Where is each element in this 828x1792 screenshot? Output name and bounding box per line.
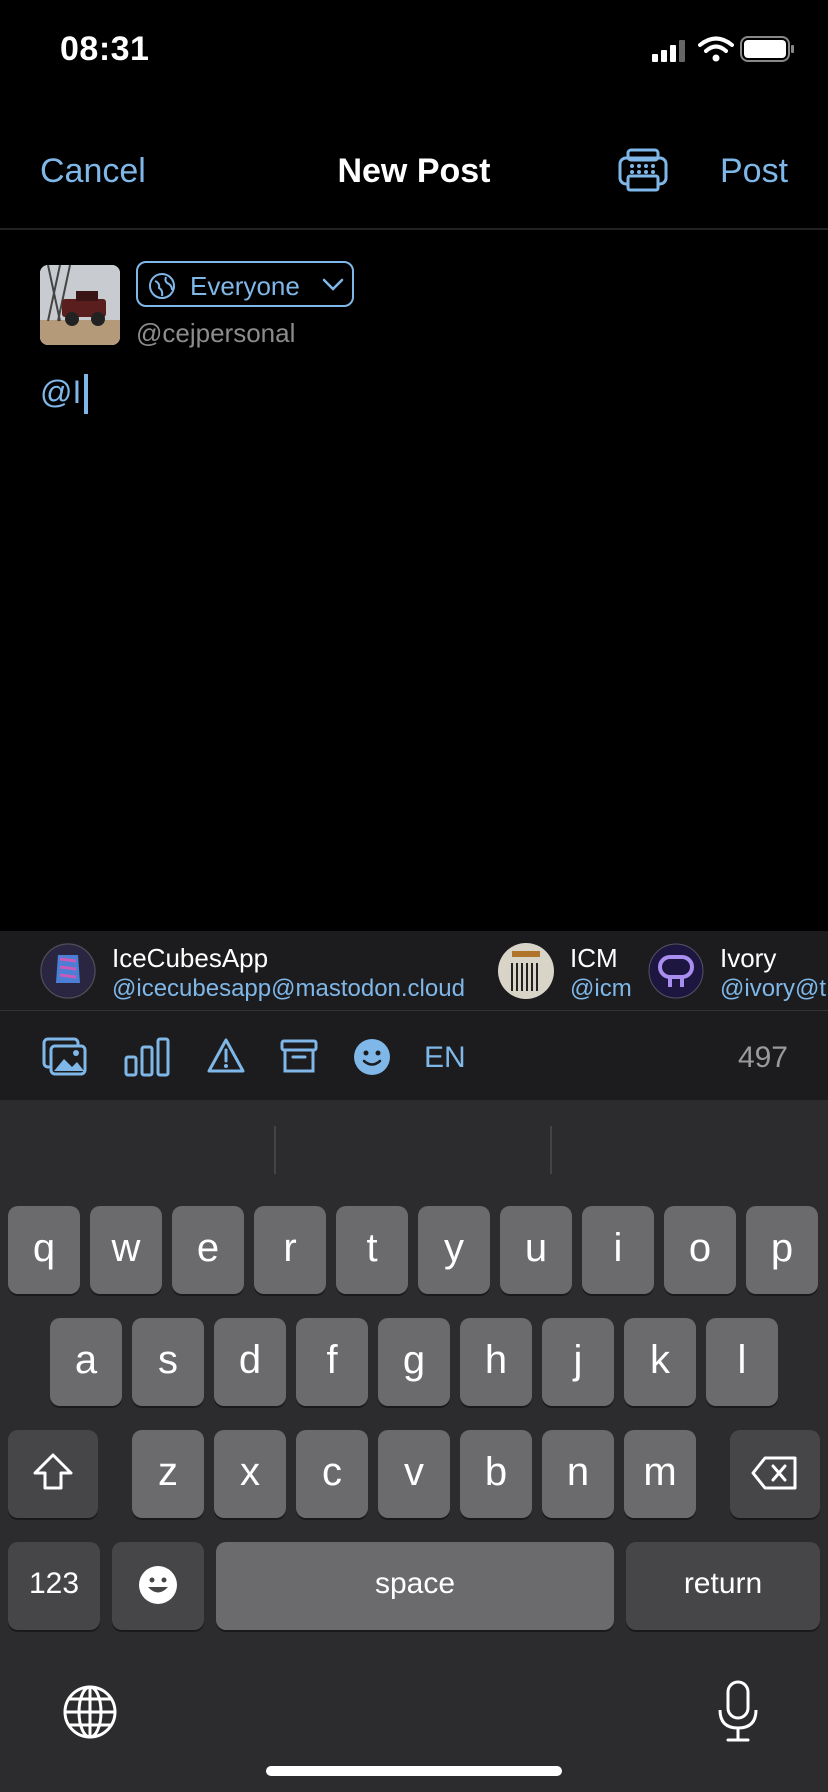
- composer-toolbar: EN 497: [0, 1011, 828, 1100]
- key-u[interactable]: u: [500, 1206, 572, 1294]
- page-title: New Post: [337, 152, 491, 190]
- shift-icon: [33, 1453, 73, 1490]
- key-n[interactable]: n: [542, 1430, 614, 1518]
- status-time: 08:31: [60, 30, 150, 68]
- key-y[interactable]: y: [418, 1206, 490, 1294]
- key-b[interactable]: b: [460, 1430, 532, 1518]
- shift-key[interactable]: [8, 1430, 98, 1518]
- character-count: 497: [737, 1041, 788, 1074]
- key-o[interactable]: o: [664, 1206, 736, 1294]
- language-selector[interactable]: EN: [424, 1041, 466, 1075]
- visibility-selector[interactable]: Everyone: [136, 261, 354, 307]
- key-s[interactable]: s: [132, 1318, 204, 1406]
- key-v[interactable]: v: [378, 1430, 450, 1518]
- signal-icon: [652, 40, 685, 62]
- wifi-icon: [698, 36, 734, 62]
- key-c[interactable]: c: [296, 1430, 368, 1518]
- photo-library-icon[interactable]: [42, 1037, 88, 1077]
- key-l[interactable]: l: [706, 1318, 778, 1406]
- nav-divider: [0, 228, 828, 230]
- key-t[interactable]: t: [336, 1206, 408, 1294]
- chevron-down-icon: [322, 278, 344, 291]
- mention-suggestions: IceCubesApp @icecubesapp@mastodon.cloud …: [0, 931, 828, 1011]
- suggestion-handle: @icecubesapp@mastodon.cloud: [112, 975, 465, 1002]
- key-p[interactable]: p: [746, 1206, 818, 1294]
- suggestion-handle: @icm: [570, 975, 632, 1002]
- avatar[interactable]: [40, 265, 120, 345]
- key-j[interactable]: j: [542, 1318, 614, 1406]
- key-z[interactable]: z: [132, 1430, 204, 1518]
- suggestion-name: Ivory: [720, 943, 777, 973]
- suggestion-name: IceCubesApp: [112, 943, 269, 973]
- account-handle: @cejpersonal: [136, 318, 296, 348]
- post-button[interactable]: Post: [720, 152, 788, 191]
- key-a[interactable]: a: [50, 1318, 122, 1406]
- globe-icon: [149, 273, 175, 299]
- backspace-icon: [751, 1456, 797, 1490]
- key-f[interactable]: f: [296, 1318, 368, 1406]
- poll-icon[interactable]: [124, 1037, 170, 1077]
- keyboard: q w e r t y u i o p a s d f g h j k l z …: [0, 1100, 828, 1792]
- battery-icon: [740, 36, 794, 62]
- backspace-key[interactable]: [730, 1430, 820, 1518]
- globe-keyboard-icon[interactable]: [62, 1684, 118, 1740]
- space-key[interactable]: space: [216, 1542, 614, 1630]
- text-cursor: [84, 374, 88, 414]
- key-q[interactable]: q: [8, 1206, 80, 1294]
- key-r[interactable]: r: [254, 1206, 326, 1294]
- prediction-divider: [274, 1126, 276, 1174]
- suggestion-handle: @ivory@t: [720, 975, 827, 1002]
- drafts-archive-icon[interactable]: [280, 1037, 318, 1075]
- suggestion-avatar: [40, 943, 96, 999]
- numbers-key[interactable]: 123: [8, 1542, 100, 1630]
- emoji-key-icon: [139, 1566, 177, 1604]
- microphone-icon[interactable]: [716, 1680, 760, 1744]
- visibility-label: Everyone: [190, 271, 300, 301]
- emoji-key[interactable]: [112, 1542, 204, 1630]
- suggestion-avatar: [648, 943, 704, 999]
- key-i[interactable]: i: [582, 1206, 654, 1294]
- suggestion-name: ICM: [570, 943, 618, 973]
- emoji-icon[interactable]: [352, 1037, 392, 1077]
- prediction-divider: [550, 1126, 552, 1174]
- return-key[interactable]: return: [626, 1542, 820, 1630]
- key-m[interactable]: m: [624, 1430, 696, 1518]
- post-text-input[interactable]: @I: [40, 374, 81, 411]
- home-indicator[interactable]: [266, 1766, 562, 1776]
- key-w[interactable]: w: [90, 1206, 162, 1294]
- key-k[interactable]: k: [624, 1318, 696, 1406]
- key-h[interactable]: h: [460, 1318, 532, 1406]
- key-x[interactable]: x: [214, 1430, 286, 1518]
- content-warning-icon[interactable]: [206, 1037, 246, 1075]
- drafts-icon[interactable]: [618, 148, 668, 194]
- key-e[interactable]: e: [172, 1206, 244, 1294]
- key-g[interactable]: g: [378, 1318, 450, 1406]
- suggestion-avatar: [498, 943, 554, 999]
- key-d[interactable]: d: [214, 1318, 286, 1406]
